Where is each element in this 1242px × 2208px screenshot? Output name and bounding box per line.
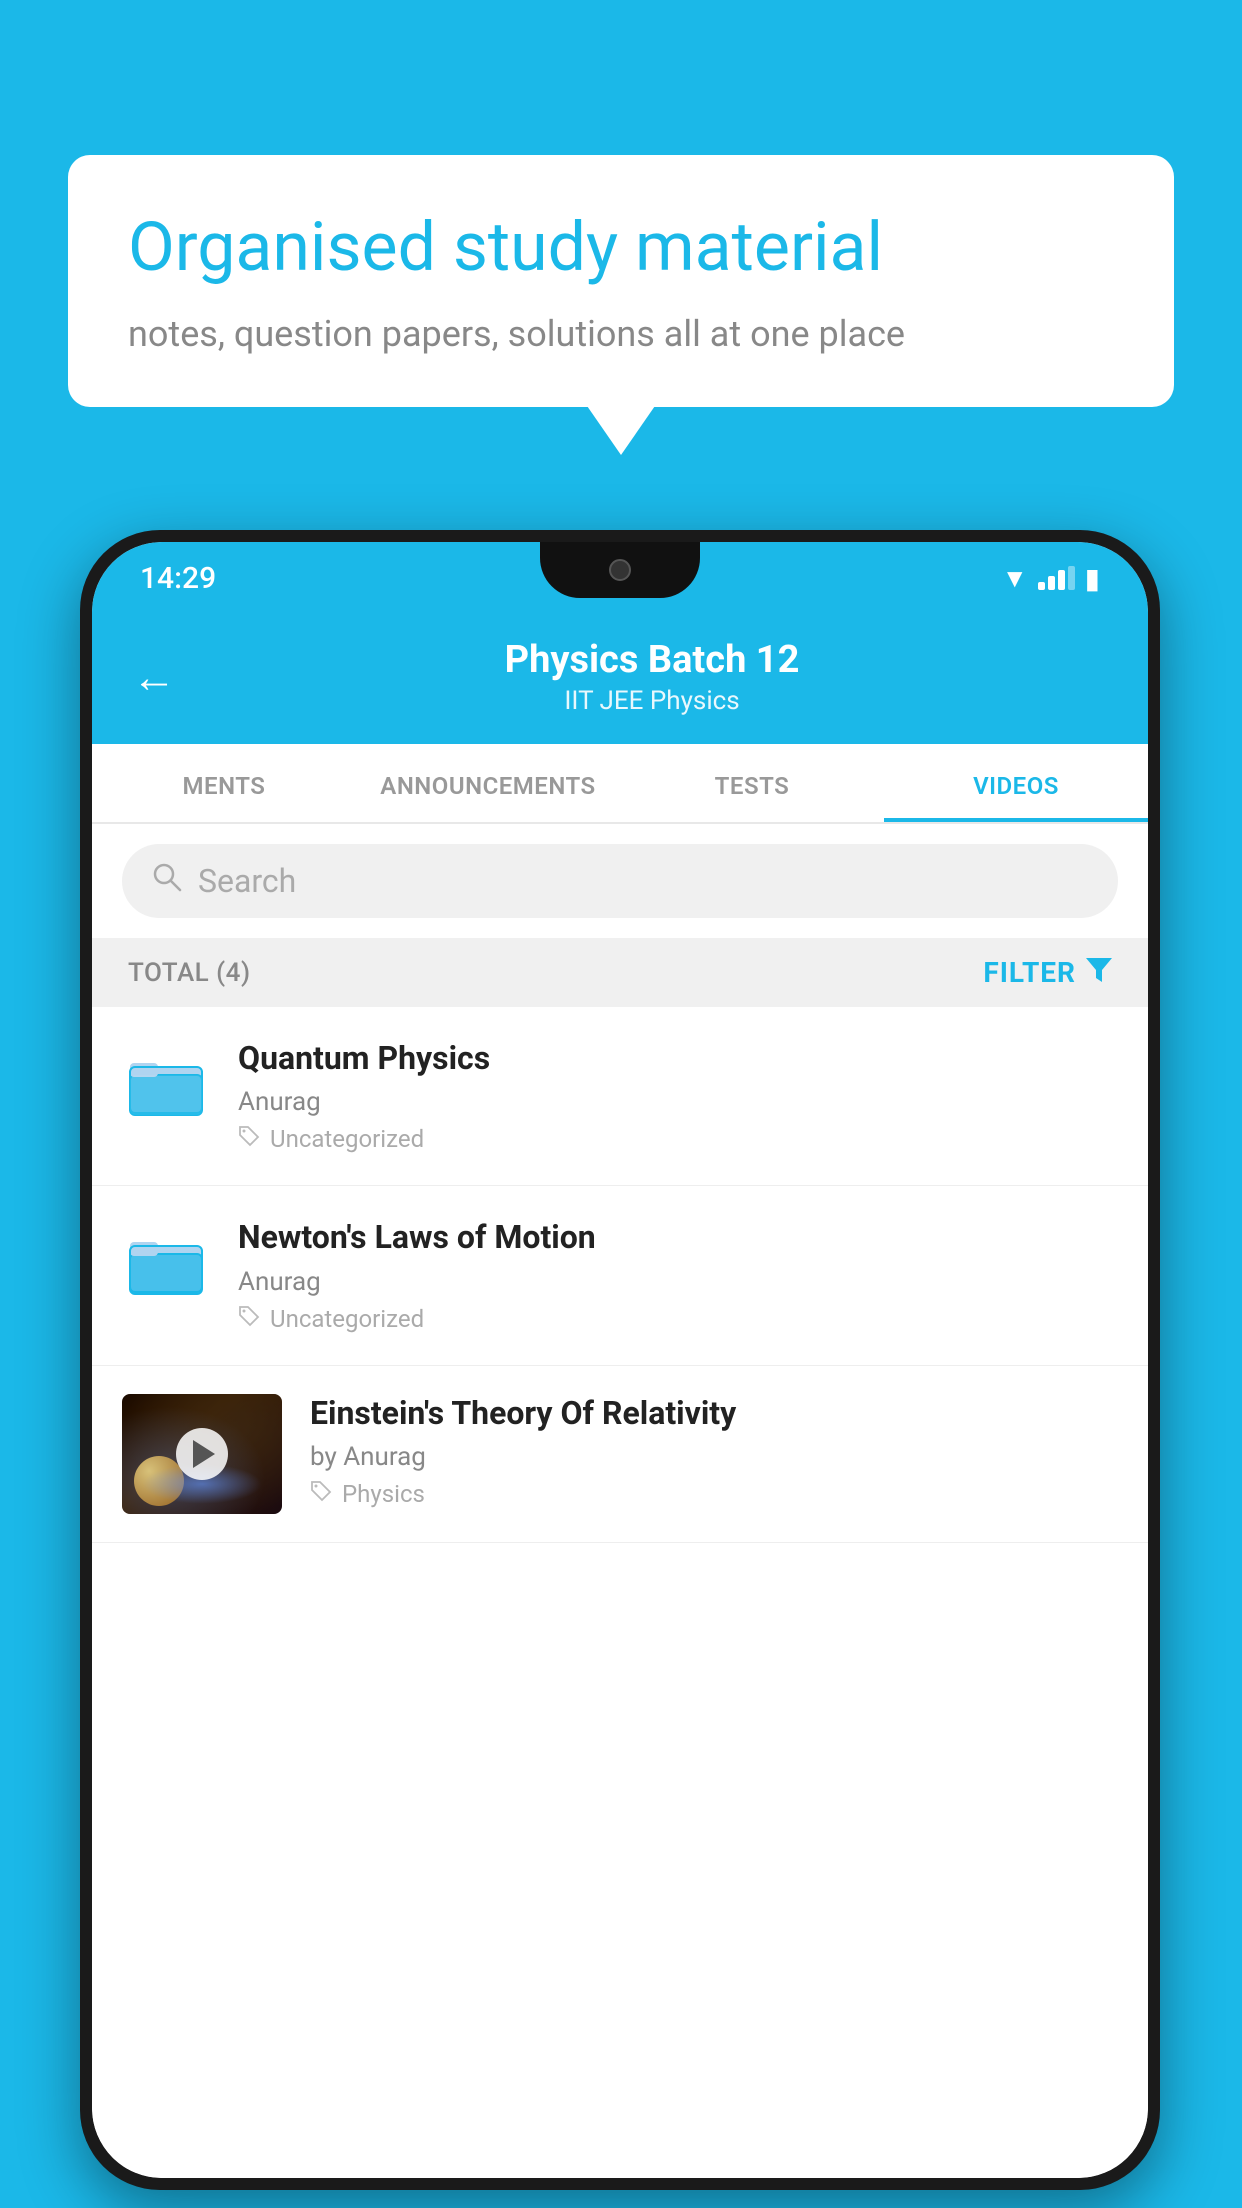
search-placeholder: Search	[198, 862, 296, 900]
tag-label: Uncategorized	[270, 1305, 424, 1333]
notch	[540, 542, 700, 598]
video-author: by Anurag	[310, 1442, 1118, 1472]
video-info: Quantum Physics Anurag Uncategorized	[238, 1039, 1118, 1153]
signal-bar-3	[1058, 570, 1065, 590]
search-icon	[152, 862, 182, 900]
battery-icon: ▮	[1085, 562, 1100, 595]
signal-bars	[1038, 566, 1075, 590]
video-info: Newton's Laws of Motion Anurag Uncategor…	[238, 1218, 1118, 1332]
video-author: Anurag	[238, 1267, 1118, 1297]
filter-label: FILTER	[983, 956, 1076, 989]
tag-icon	[238, 1125, 260, 1153]
list-item[interactable]: Einstein's Theory Of Relativity by Anura…	[92, 1366, 1148, 1543]
camera-dot	[609, 559, 631, 581]
status-icons: ▼ ▮	[1002, 562, 1100, 595]
folder-icon-container	[122, 1039, 210, 1127]
app-header-top: ← Physics Batch 12 IIT JEE Physics	[132, 638, 1108, 716]
video-tag: Uncategorized	[238, 1305, 1118, 1333]
phone-frame: 14:29 ▼ ▮ ←	[80, 530, 1160, 2190]
phone-inner: 14:29 ▼ ▮ ←	[92, 542, 1148, 2178]
video-tag: Physics	[310, 1480, 1118, 1508]
list-item[interactable]: Newton's Laws of Motion Anurag Uncategor…	[92, 1186, 1148, 1365]
tag-label: Uncategorized	[270, 1125, 424, 1153]
tabs-container: MENTS ANNOUNCEMENTS TESTS VIDEOS	[92, 744, 1148, 824]
status-bar: 14:29 ▼ ▮	[92, 542, 1148, 614]
filter-icon	[1086, 956, 1112, 989]
video-title: Newton's Laws of Motion	[238, 1218, 1118, 1256]
wifi-icon: ▼	[1002, 563, 1028, 594]
phone-screen: 14:29 ▼ ▮ ←	[92, 542, 1148, 2178]
tab-videos[interactable]: VIDEOS	[884, 744, 1148, 822]
tab-announcements[interactable]: ANNOUNCEMENTS	[356, 744, 620, 822]
tag-label: Physics	[342, 1480, 425, 1508]
play-triangle-icon	[193, 1440, 215, 1468]
speech-bubble-container: Organised study material notes, question…	[68, 155, 1174, 407]
header-title: Physics Batch 12	[196, 638, 1108, 682]
status-time: 14:29	[140, 561, 216, 596]
video-author: Anurag	[238, 1087, 1118, 1117]
back-button[interactable]: ←	[132, 651, 176, 703]
app-header: ← Physics Batch 12 IIT JEE Physics	[92, 614, 1148, 744]
video-thumbnail	[122, 1394, 282, 1514]
bubble-title: Organised study material	[128, 207, 1114, 289]
total-count: TOTAL (4)	[128, 958, 251, 988]
header-subtitle: IIT JEE Physics	[196, 686, 1108, 716]
signal-bar-4	[1068, 566, 1075, 590]
signal-bar-1	[1038, 582, 1045, 590]
folder-icon	[128, 1228, 204, 1296]
signal-bar-2	[1048, 576, 1055, 590]
tab-ments[interactable]: MENTS	[92, 744, 356, 822]
folder-icon-container	[122, 1218, 210, 1306]
video-title: Quantum Physics	[238, 1039, 1118, 1077]
bubble-subtitle: notes, question papers, solutions all at…	[128, 313, 1114, 355]
folder-icon	[128, 1049, 204, 1117]
list-item[interactable]: Quantum Physics Anurag Uncategorized	[92, 1007, 1148, 1186]
filter-button[interactable]: FILTER	[983, 956, 1112, 989]
play-button[interactable]	[176, 1428, 228, 1480]
search-container: Search	[92, 824, 1148, 938]
video-info: Einstein's Theory Of Relativity by Anura…	[310, 1394, 1118, 1508]
tag-icon	[310, 1480, 332, 1508]
filter-bar: TOTAL (4) FILTER	[92, 938, 1148, 1007]
header-title-group: Physics Batch 12 IIT JEE Physics	[196, 638, 1108, 716]
tab-tests[interactable]: TESTS	[620, 744, 884, 822]
search-input-wrap[interactable]: Search	[122, 844, 1118, 918]
video-title: Einstein's Theory Of Relativity	[310, 1394, 1118, 1432]
video-list: Quantum Physics Anurag Uncategorized	[92, 1007, 1148, 2178]
video-tag: Uncategorized	[238, 1125, 1118, 1153]
tag-icon	[238, 1305, 260, 1333]
speech-bubble: Organised study material notes, question…	[68, 155, 1174, 407]
